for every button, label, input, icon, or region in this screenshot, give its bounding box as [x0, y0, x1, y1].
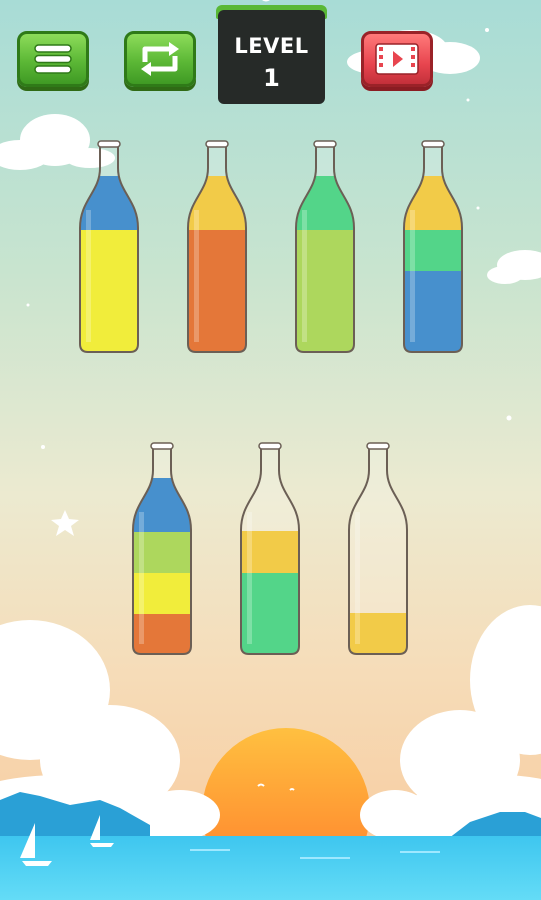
bottle-glass: [79, 143, 139, 353]
game-stage: LEVEL 1: [0, 0, 541, 900]
video-play-icon: [375, 43, 419, 75]
bottle-rim: [205, 140, 229, 148]
menu-button[interactable]: [17, 31, 89, 87]
repeat-arrows-icon: [141, 42, 179, 76]
bottle-rim: [150, 442, 174, 450]
hamburger-menu-icon: [34, 44, 72, 74]
bottle[interactable]: [132, 442, 192, 655]
bottle-area: [79, 140, 463, 655]
level-indicator: LEVEL 1: [218, 10, 325, 104]
bottle[interactable]: [79, 140, 139, 353]
bottle-glass: [187, 143, 247, 353]
level-label: LEVEL: [234, 34, 309, 58]
restart-button[interactable]: [124, 31, 196, 87]
bottle-glass: [403, 143, 463, 353]
bottle[interactable]: [240, 442, 300, 655]
bottle-rim: [97, 140, 121, 148]
bottle[interactable]: [187, 140, 247, 353]
bottle-rim: [421, 140, 445, 148]
bottle-rim: [366, 442, 390, 450]
level-number: 1: [263, 64, 280, 92]
bottle-rim: [313, 140, 337, 148]
bottle[interactable]: [403, 140, 463, 353]
bottle-glass: [348, 445, 408, 655]
bottle-rim: [258, 442, 282, 450]
bottle-glass: [295, 143, 355, 353]
bottle[interactable]: [295, 140, 355, 353]
bottle-glass: [132, 445, 192, 655]
bottle[interactable]: [348, 442, 408, 655]
bottle-glass: [240, 445, 300, 655]
video-button[interactable]: [361, 31, 433, 87]
